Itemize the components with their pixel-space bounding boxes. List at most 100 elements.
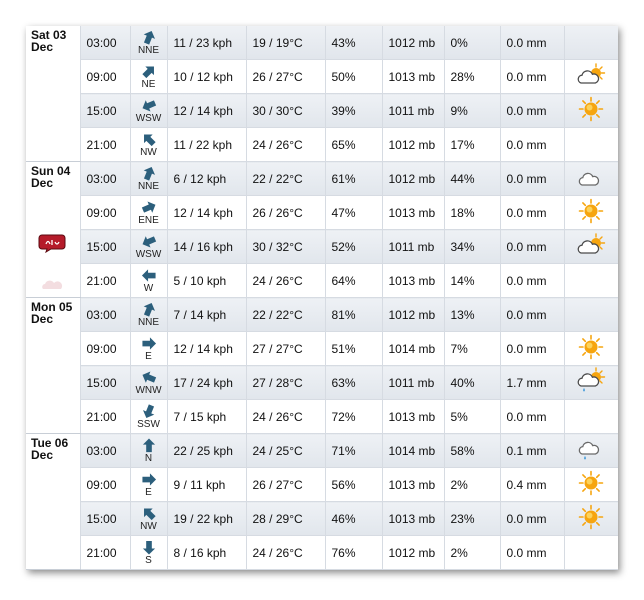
time-cell: 03:00 bbox=[80, 297, 131, 332]
humidity-cell: 46% bbox=[325, 501, 383, 536]
wind-speed-cell: 19 / 22 kph bbox=[167, 501, 247, 536]
weather-icon-cell bbox=[564, 59, 618, 94]
wind-direction-label: NW bbox=[140, 146, 157, 158]
rain-chance-cell: 2% bbox=[444, 535, 501, 570]
humidity-cell: 64% bbox=[325, 263, 383, 298]
sun-icon bbox=[578, 96, 604, 125]
wind-direction-label: S bbox=[145, 554, 152, 566]
pressure-cell: 1013 mb bbox=[382, 501, 445, 536]
forecast-row: Sat 03 Dec 03:00 NNE 11 / 23 kph 19 / 19°C 43%… bbox=[26, 26, 618, 162]
time-cell: 03:00 bbox=[80, 26, 131, 60]
rain-chance-cell: 2% bbox=[444, 467, 501, 502]
time-cell: 21:00 bbox=[80, 399, 131, 434]
wind-direction-label: NNE bbox=[137, 180, 160, 192]
wind-speed-cell: 9 / 11 kph bbox=[167, 467, 247, 502]
humidity-cell: 52% bbox=[325, 229, 383, 264]
wind-direction-cell: WSW bbox=[130, 229, 168, 264]
temperature-cell: 30 / 32°C bbox=[246, 229, 326, 264]
wind-direction-cell: NNE bbox=[130, 26, 168, 60]
forecast-row: 15:00 WSW 12 / 14 kph 30 / 30°C 39% 1011 mb 9%… bbox=[26, 93, 618, 128]
rain-chance-cell: 28% bbox=[444, 59, 501, 94]
humidity-cell: 65% bbox=[325, 127, 383, 162]
weather-icon-cell bbox=[564, 297, 618, 332]
wind-direction-label: NW bbox=[140, 520, 157, 532]
forecast-row: 15:00 WSW 14 / 16 kph 30 / 32°C 52% 1011 mb 34… bbox=[26, 229, 618, 264]
forecast-row: Mon 05 Dec 03:00 NNE 7 / 14 kph 22 / 22°C 81% 1… bbox=[26, 297, 618, 434]
rain-amount-cell: 0.0 mm bbox=[500, 501, 565, 536]
rain-amount-cell: 0.0 mm bbox=[500, 127, 565, 162]
pressure-cell: 1013 mb bbox=[382, 195, 445, 230]
humidity-cell: 39% bbox=[325, 93, 383, 128]
wind-speed-cell: 7 / 14 kph bbox=[167, 297, 247, 332]
time-cell: 09:00 bbox=[80, 467, 131, 502]
faded-cloud-icon bbox=[42, 280, 63, 289]
humidity-cell: 56% bbox=[325, 467, 383, 502]
cloud-moon-rain-icon bbox=[577, 438, 605, 466]
day-cell: Sat 03 Dec bbox=[26, 26, 81, 162]
rain-amount-cell: 0.0 mm bbox=[500, 297, 565, 332]
weather-icon-cell bbox=[564, 467, 618, 502]
rain-amount-cell: 0.4 mm bbox=[500, 467, 565, 502]
wind-arrow-icon bbox=[141, 302, 157, 317]
wind-direction-cell: N bbox=[130, 433, 168, 468]
temperature-cell: 24 / 26°C bbox=[246, 535, 326, 570]
time-cell: 15:00 bbox=[80, 365, 131, 400]
rain-amount-cell: 0.0 mm bbox=[500, 535, 565, 570]
humidity-cell: 47% bbox=[325, 195, 383, 230]
forecast-row: Sun 04 Dec 03:00 NNE 6 / 12 kph 22 / 22°C 61% 1… bbox=[26, 161, 618, 298]
humidity-cell: 43% bbox=[325, 26, 383, 60]
wind-direction-cell: W bbox=[130, 263, 168, 298]
wind-direction-label: WNW bbox=[135, 384, 162, 396]
moon-icon bbox=[581, 34, 601, 54]
forecast-row: 15:00 WNW 17 / 24 kph 27 / 28°C 63% 1011 mb 40… bbox=[26, 365, 618, 400]
wind-direction-label: N bbox=[144, 452, 153, 464]
day-cell: Tue 06 Dec bbox=[26, 433, 81, 570]
wind-arrow-icon bbox=[141, 30, 157, 45]
forecast-row: 15:00 NW 19 / 22 kph 28 / 29°C 46% 1013 mb 23%… bbox=[26, 501, 618, 536]
sun-cloud-rain-icon bbox=[576, 367, 606, 398]
forecast-row: 09:00 E 12 / 14 kph 27 / 27°C 51% 1014 mb 7% 0.… bbox=[26, 331, 618, 366]
temperature-cell: 30 / 30°C bbox=[246, 93, 326, 128]
time-cell: 03:00 bbox=[80, 161, 131, 196]
temperature-cell: 26 / 27°C bbox=[246, 59, 326, 94]
rain-amount-cell: 0.1 mm bbox=[500, 433, 565, 468]
rain-chance-cell: 5% bbox=[444, 399, 501, 434]
pressure-cell: 1012 mb bbox=[382, 26, 445, 60]
wind-direction-cell: NW bbox=[130, 127, 168, 162]
rain-amount-cell: 0.0 mm bbox=[500, 229, 565, 264]
rain-chance-cell: 9% bbox=[444, 93, 501, 128]
moon-icon bbox=[581, 544, 601, 564]
wind-speed-cell: 6 / 12 kph bbox=[167, 161, 247, 196]
month-label: Dec bbox=[31, 312, 54, 326]
time-cell: 15:00 bbox=[80, 501, 131, 536]
pressure-cell: 1014 mb bbox=[382, 331, 445, 366]
wind-direction-label: W bbox=[143, 282, 154, 294]
wind-speed-cell: 17 / 24 kph bbox=[167, 365, 247, 400]
pressure-cell: 1013 mb bbox=[382, 59, 445, 94]
rain-chance-cell: 34% bbox=[444, 229, 501, 264]
wind-arrow-icon bbox=[141, 234, 157, 249]
wind-arrow-icon bbox=[141, 472, 157, 487]
humidity-cell: 71% bbox=[325, 433, 383, 468]
wind-arrow-icon bbox=[141, 132, 157, 147]
sun-icon bbox=[578, 504, 604, 533]
month-label: Dec bbox=[31, 448, 54, 462]
wind-arrow-icon bbox=[141, 64, 157, 79]
wind-direction-label: E bbox=[145, 486, 152, 498]
wind-direction-label: SSW bbox=[137, 418, 160, 430]
forecast-row: Tue 06 Dec 03:00 N 22 / 25 kph 24 / 25°C 71% 10… bbox=[26, 433, 618, 570]
wind-direction-cell: NNE bbox=[130, 161, 168, 196]
wind-speed-cell: 14 / 16 kph bbox=[167, 229, 247, 264]
time-cell: 21:00 bbox=[80, 263, 131, 298]
weather-icon-cell bbox=[564, 93, 618, 128]
forecast-row: 21:00 S 8 / 16 kph 24 / 26°C 76% 1012 mb 2% 0.0… bbox=[26, 535, 618, 570]
weather-icon-cell bbox=[564, 433, 618, 468]
time-cell: 15:00 bbox=[80, 229, 131, 264]
wind-direction-cell: S bbox=[130, 535, 168, 570]
wind-direction-label: ENE bbox=[138, 214, 159, 226]
humidity-cell: 76% bbox=[325, 535, 383, 570]
day-cell: Mon 05 Dec bbox=[26, 297, 81, 434]
wind-direction-label: NNE bbox=[137, 316, 160, 328]
wind-direction-cell: ENE bbox=[130, 195, 168, 230]
pressure-cell: 1011 mb bbox=[382, 229, 445, 264]
